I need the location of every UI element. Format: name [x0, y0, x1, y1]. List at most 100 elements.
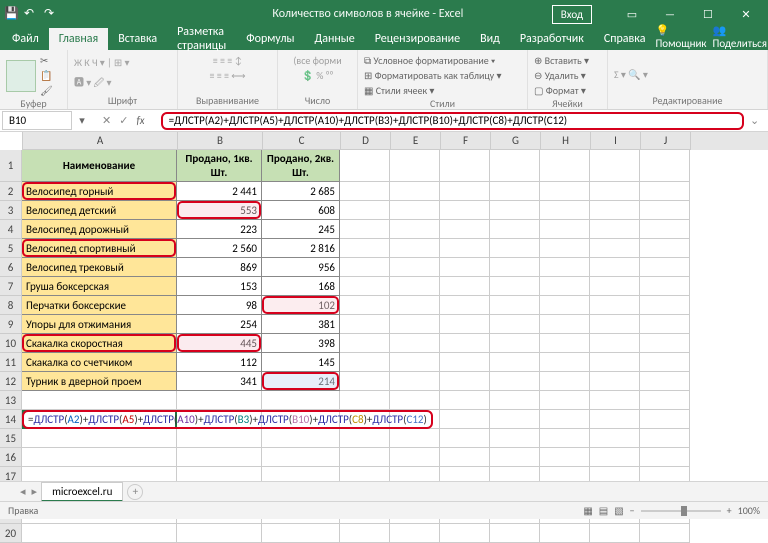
- tab-pagelayout[interactable]: Разметка страницы: [167, 28, 236, 50]
- row-header[interactable]: 3: [0, 201, 22, 220]
- tab-file[interactable]: Файл: [2, 28, 49, 50]
- row-header[interactable]: 12: [0, 372, 22, 391]
- cell[interactable]: [22, 524, 177, 543]
- cell[interactable]: [22, 391, 177, 410]
- cell[interactable]: [490, 315, 540, 334]
- row-header[interactable]: 15: [0, 429, 22, 448]
- sheet-prev-icon[interactable]: ◂: [20, 485, 26, 498]
- cell[interactable]: 168: [262, 277, 340, 296]
- row-header[interactable]: 6: [0, 258, 22, 277]
- cell[interactable]: Скакалка скоростная: [22, 334, 177, 353]
- cell[interactable]: [640, 334, 690, 353]
- cell[interactable]: [262, 429, 340, 448]
- col-header[interactable]: B: [178, 132, 263, 150]
- cancel-icon[interactable]: ✕: [102, 114, 111, 127]
- view-page-icon[interactable]: ▤: [599, 504, 608, 517]
- cell[interactable]: [490, 296, 540, 315]
- tab-developer[interactable]: Разработчик: [510, 28, 594, 50]
- cell[interactable]: [262, 448, 340, 467]
- cell[interactable]: [490, 448, 540, 467]
- cell[interactable]: [640, 391, 690, 410]
- cell[interactable]: [390, 277, 440, 296]
- sheet-tab[interactable]: microexcel.ru: [41, 482, 123, 502]
- tab-home[interactable]: Главная: [49, 28, 108, 50]
- row-header[interactable]: 9: [0, 315, 22, 334]
- autosave-icon[interactable]: 💾: [4, 6, 20, 22]
- row-header[interactable]: 4: [0, 220, 22, 239]
- cell[interactable]: [340, 353, 390, 372]
- cell[interactable]: 102: [262, 296, 340, 315]
- cell[interactable]: [490, 391, 540, 410]
- cell[interactable]: [490, 239, 540, 258]
- cell[interactable]: [340, 372, 390, 391]
- col-header[interactable]: J: [641, 132, 691, 150]
- cell[interactable]: [390, 239, 440, 258]
- cell[interactable]: [340, 524, 390, 543]
- cell[interactable]: [177, 448, 262, 467]
- cell[interactable]: [490, 201, 540, 220]
- cell[interactable]: [490, 277, 540, 296]
- undo-icon[interactable]: ↶: [24, 6, 40, 22]
- cell[interactable]: [340, 448, 390, 467]
- cell[interactable]: [490, 524, 540, 543]
- cell[interactable]: 398: [262, 334, 340, 353]
- cell[interactable]: [590, 296, 640, 315]
- zoom-out-icon[interactable]: −: [630, 504, 635, 517]
- cell[interactable]: [22, 429, 177, 448]
- cell[interactable]: [440, 334, 490, 353]
- view-break-icon[interactable]: ▧: [614, 504, 623, 517]
- cell[interactable]: [540, 372, 590, 391]
- cell[interactable]: [390, 334, 440, 353]
- paste-icon[interactable]: [6, 60, 36, 92]
- add-sheet-icon[interactable]: +: [127, 484, 143, 500]
- cell[interactable]: [390, 258, 440, 277]
- row-header[interactable]: 20: [0, 524, 22, 543]
- cell[interactable]: [490, 372, 540, 391]
- tab-insert[interactable]: Вставка: [108, 28, 167, 50]
- cell[interactable]: [340, 201, 390, 220]
- cell[interactable]: [390, 524, 440, 543]
- redo-icon[interactable]: ↷: [44, 6, 60, 22]
- col-header[interactable]: F: [441, 132, 491, 150]
- cell[interactable]: [640, 201, 690, 220]
- cell[interactable]: Велосипед трековый: [22, 258, 177, 277]
- cell[interactable]: [640, 220, 690, 239]
- formula-bar[interactable]: =ДЛСТР(A2)+ДЛСТР(A5)+ДЛСТР(A10)+ДЛСТР(B3…: [161, 112, 744, 130]
- cell[interactable]: [177, 524, 262, 543]
- cell[interactable]: [390, 182, 440, 201]
- cell[interactable]: [340, 296, 390, 315]
- cell[interactable]: [440, 220, 490, 239]
- cell[interactable]: [490, 182, 540, 201]
- cell[interactable]: [640, 448, 690, 467]
- cell[interactable]: 153: [177, 277, 262, 296]
- cell[interactable]: 608: [262, 201, 340, 220]
- col-header[interactable]: C: [263, 132, 341, 150]
- cells-insert[interactable]: ⊕ Вставить ▾: [534, 54, 589, 67]
- cell[interactable]: 2 560: [177, 239, 262, 258]
- cell[interactable]: [440, 150, 490, 182]
- cell[interactable]: [440, 353, 490, 372]
- cell[interactable]: [640, 524, 690, 543]
- cell[interactable]: 445: [177, 334, 262, 353]
- login-button[interactable]: Вход: [552, 5, 592, 24]
- cell[interactable]: [590, 429, 640, 448]
- cell[interactable]: [22, 448, 177, 467]
- cell[interactable]: [590, 258, 640, 277]
- cell[interactable]: [540, 524, 590, 543]
- cell[interactable]: Велосипед детский: [22, 201, 177, 220]
- cell[interactable]: [440, 277, 490, 296]
- cell[interactable]: [177, 391, 262, 410]
- cell[interactable]: [440, 372, 490, 391]
- col-header[interactable]: G: [491, 132, 541, 150]
- cell[interactable]: [440, 410, 490, 429]
- row-header[interactable]: 14: [0, 410, 22, 429]
- cell[interactable]: [640, 182, 690, 201]
- cell[interactable]: [540, 410, 590, 429]
- cell[interactable]: [490, 410, 540, 429]
- cell[interactable]: Наименование: [22, 150, 177, 182]
- cell[interactable]: [390, 220, 440, 239]
- cell[interactable]: [640, 296, 690, 315]
- tab-review[interactable]: Рецензирование: [365, 28, 470, 50]
- tab-formulas[interactable]: Формулы: [236, 28, 304, 50]
- cell[interactable]: [340, 277, 390, 296]
